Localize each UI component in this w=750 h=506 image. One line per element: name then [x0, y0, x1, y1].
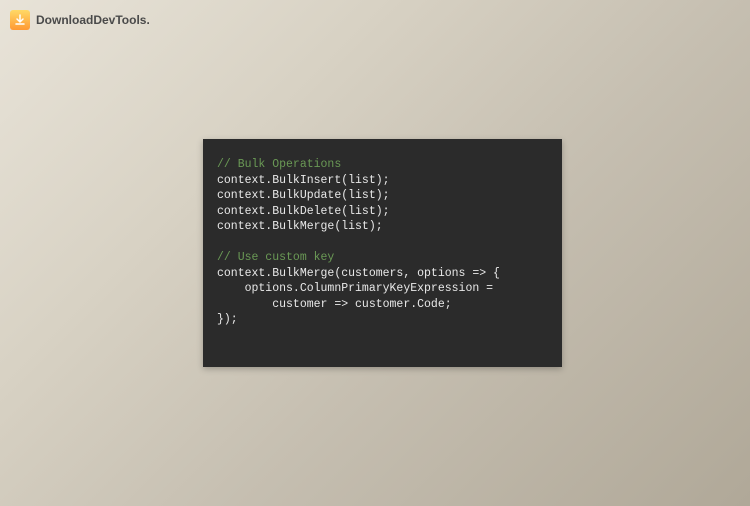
code-line: context.BulkDelete(list); — [217, 204, 548, 220]
code-line: }); — [217, 312, 548, 328]
code-line: customer => customer.Code; — [217, 297, 548, 313]
code-comment: // Bulk Operations — [217, 157, 548, 173]
header-logo-area: DownloadDevTools. — [10, 10, 150, 30]
code-line: context.BulkMerge(list); — [217, 219, 548, 235]
code-comment: // Use custom key — [217, 250, 548, 266]
code-line: context.BulkMerge(customers, options => … — [217, 266, 548, 282]
code-line: options.ColumnPrimaryKeyExpression = — [217, 281, 548, 297]
code-line: context.BulkInsert(list); — [217, 173, 548, 189]
code-line: context.BulkUpdate(list); — [217, 188, 548, 204]
code-snippet-block: // Bulk Operations context.BulkInsert(li… — [203, 139, 562, 367]
blank-line — [217, 235, 548, 251]
logo-text: DownloadDevTools. — [36, 13, 150, 27]
download-icon — [10, 10, 30, 30]
